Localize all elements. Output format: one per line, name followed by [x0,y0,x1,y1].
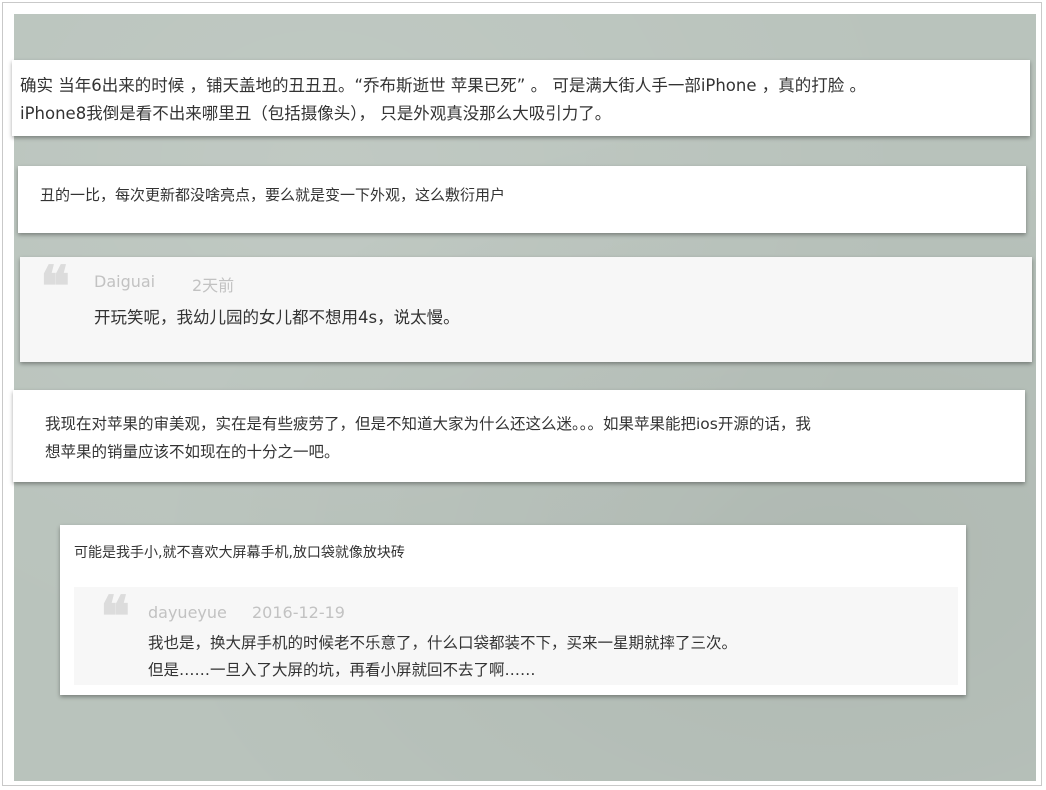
reply-text: 开玩笑呢，我幼儿园的女儿都不想用4s，说太慢。 [94,308,460,327]
comment-text-line-2: iPhone8我倒是看不出来哪里丑（包括摄像头）， 只是外观真没那么大吸引力了。 [20,104,612,123]
comment-card-5: 可能是我手小,就不喜欢大屏幕手机,放口袋就像放块砖 ❝ dayueyue 201… [60,525,966,695]
reply-text-line-2: 但是……一旦入了大屏的坑，再看小屏就回不去了啊…… [148,661,536,679]
reply-timestamp: 2天前 [192,276,235,295]
nested-reply: ❝ dayueyue 2016-12-19 我也是，换大屏手机的时候老不乐意了，… [74,587,958,685]
reply-username[interactable]: Daiguai [94,272,155,291]
comment-card-1: 确实 当年6出来的时候 ，铺天盖地的丑丑丑。“乔布斯逝世 苹果已死” 。 可是满… [12,60,1030,136]
comment-card-3: ❝ Daiguai 2天前 开玩笑呢，我幼儿园的女儿都不想用4s，说太慢。 [20,257,1032,362]
comment-text-line-2: 想苹果的销量应该不如现在的十分之一吧。 [45,443,340,461]
quote-icon: ❝ [40,254,71,320]
comment-card-2: 丑的一比，每次更新都没啥亮点，要么就是变一下外观，这么敷衍用户 [18,166,1026,233]
reply-username[interactable]: dayueyue [148,603,227,622]
reply-text-line-1: 我也是，换大屏手机的时候老不乐意了，什么口袋都装不下，买来一星期就摔了三次。 [148,634,738,652]
comment-text: 可能是我手小,就不喜欢大屏幕手机,放口袋就像放块砖 [74,545,405,561]
reply-timestamp: 2016-12-19 [252,603,345,622]
quote-icon: ❝ [100,584,131,650]
comment-text: 丑的一比，每次更新都没啥亮点，要么就是变一下外观，这么敷衍用户 [40,186,506,204]
comment-text-line-1: 确实 当年6出来的时候 ，铺天盖地的丑丑丑。“乔布斯逝世 苹果已死” 。 可是满… [20,76,867,95]
comment-text-line-1: 我现在对苹果的审美观，实在是有些疲劳了，但是不知道大家为什么还这么迷。。。如果苹… [45,415,811,433]
comment-card-4: 我现在对苹果的审美观，实在是有些疲劳了，但是不知道大家为什么还这么迷。。。如果苹… [13,390,1025,482]
